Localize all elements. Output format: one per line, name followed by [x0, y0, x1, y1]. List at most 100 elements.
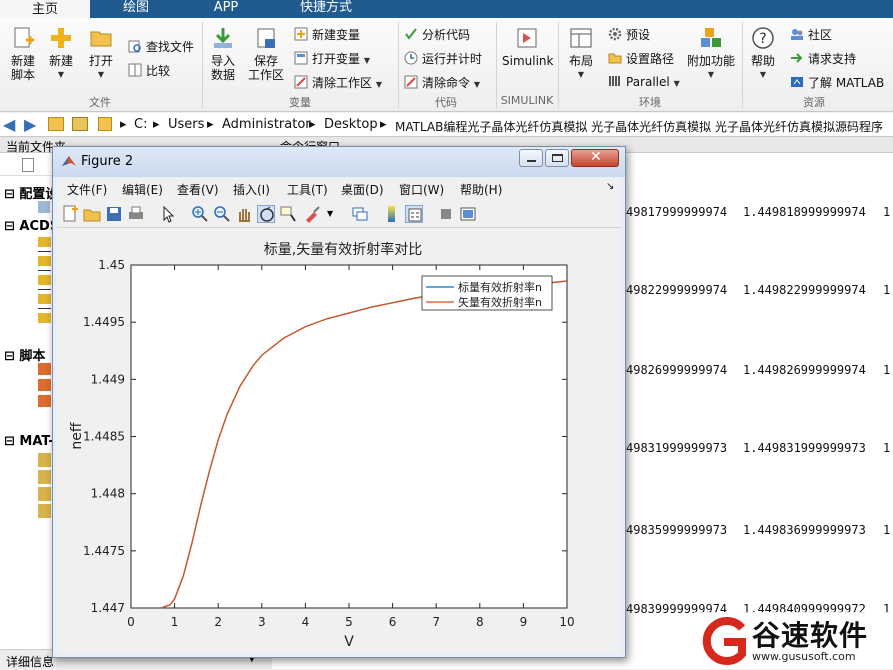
- group-file-label: 文件: [89, 96, 111, 109]
- open-file-icon[interactable]: [83, 205, 101, 223]
- analyze-code-button[interactable]: 分析代码: [404, 26, 470, 43]
- show-plot-tools-icon[interactable]: [459, 205, 477, 223]
- tab-home[interactable]: 主页: [0, 0, 90, 18]
- tab-plots[interactable]: 绘图: [96, 0, 176, 18]
- menu-desktop[interactable]: 桌面(D): [341, 181, 384, 198]
- maximize-button[interactable]: [545, 149, 569, 167]
- new-button[interactable]: 新建 ▼: [44, 26, 78, 82]
- layout-button[interactable]: 布局 ▼: [564, 26, 598, 82]
- group-simulink-label: SIMULINK: [500, 94, 554, 107]
- zoom-out-icon[interactable]: [213, 205, 231, 223]
- back-arrow-icon[interactable]: ◀: [3, 115, 15, 134]
- figure-titlebar[interactable]: Figure 2 ✕: [53, 147, 625, 177]
- chevron-down-icon: ▼: [473, 80, 480, 89]
- link-plot-icon[interactable]: [351, 205, 369, 223]
- import-data-button[interactable]: 导入 数据: [206, 26, 240, 82]
- clear-commands-button[interactable]: 清除命令 ▼: [404, 74, 480, 91]
- menu-edit[interactable]: 编辑(E): [122, 181, 163, 198]
- menu-view[interactable]: 查看(V): [177, 181, 219, 198]
- simulink-button[interactable]: Simulink: [502, 26, 553, 68]
- figure-canvas[interactable]: 标量,矢量有效折射率对比 1.447 1.4475 1.448 1.4485 1.449…: [57, 228, 621, 654]
- request-support-button[interactable]: 请求支持: [790, 50, 856, 67]
- tree-section[interactable]: ⊟ 脚本: [4, 345, 45, 364]
- new-variable-button[interactable]: 新建变量: [294, 26, 360, 43]
- y-tick-label: 1.4495: [83, 315, 125, 329]
- chevron-down-icon[interactable]: ▼: [327, 209, 333, 218]
- data-cursor-icon[interactable]: [279, 205, 297, 223]
- file-list-icons[interactable]: [38, 237, 51, 323]
- menu-window[interactable]: 窗口(W): [399, 181, 444, 198]
- script-file-icons[interactable]: [38, 363, 51, 411]
- parallel-button[interactable]: Parallel ▼: [608, 74, 680, 89]
- colorbar-icon[interactable]: [383, 205, 401, 223]
- open-variable-button[interactable]: 打开变量 ▼: [294, 50, 370, 67]
- breadcrumb-item[interactable]: MATLAB编程光子晶体光纤仿真模拟 光子晶体光纤仿真模拟 光子晶体光纤仿真模拟…: [395, 118, 883, 135]
- tab-apps[interactable]: APP: [186, 0, 266, 18]
- hide-plot-tools-icon[interactable]: [437, 205, 455, 223]
- save-workspace-button[interactable]: 保存 工作区: [246, 26, 286, 82]
- print-icon[interactable]: [127, 205, 145, 223]
- community-button[interactable]: 社区: [790, 26, 832, 43]
- rotate-3d-icon[interactable]: [257, 205, 275, 223]
- breadcrumb-item[interactable]: C:: [134, 117, 147, 132]
- addons-button[interactable]: 附加功能 ▼: [686, 26, 736, 82]
- brush-icon[interactable]: [303, 205, 321, 223]
- tree-section[interactable]: ⊟ 配置设: [4, 183, 58, 202]
- open-button[interactable]: 打开 ▼: [84, 26, 118, 82]
- help-button[interactable]: ? 帮助 ▼: [748, 26, 778, 82]
- new-script-button[interactable]: 新建 脚本: [6, 26, 40, 82]
- tree-section[interactable]: ⊟ MAT-: [4, 434, 54, 449]
- legend-entry-scalar: 标量有效折射率n: [458, 280, 542, 294]
- set-path-button[interactable]: 设置路径: [608, 50, 674, 67]
- gear-icon: [608, 27, 622, 41]
- import-data-label: 导入 数据: [210, 54, 235, 82]
- chevron-down-icon: ▼: [707, 70, 715, 79]
- breadcrumb-item[interactable]: Desktop: [324, 117, 378, 132]
- tab-shortcuts[interactable]: 快捷方式: [276, 0, 376, 18]
- config-file-icon[interactable]: [38, 201, 50, 213]
- mat-file-icons[interactable]: [38, 453, 51, 519]
- find-files-button[interactable]: 查找文件: [128, 38, 194, 55]
- breadcrumb-item[interactable]: Users: [168, 117, 204, 132]
- figure-title: Figure 2: [81, 154, 134, 169]
- menu-help[interactable]: 帮助(H): [460, 181, 502, 198]
- minimize-icon: [527, 160, 536, 162]
- menu-insert[interactable]: 插入(I): [233, 181, 270, 198]
- preferences-button[interactable]: 预设: [608, 26, 650, 43]
- expand-icon: ⊟: [4, 349, 20, 364]
- dock-arrow-icon[interactable]: ↘: [606, 181, 614, 192]
- zoom-in-icon[interactable]: [191, 205, 209, 223]
- new-figure-icon[interactable]: [61, 205, 79, 223]
- tree-section[interactable]: ⊟ ACDS: [4, 219, 59, 234]
- line-plot[interactable]: 标量,矢量有效折射率对比 1.447 1.4475 1.448 1.4485 1.449…: [57, 228, 621, 654]
- watermark-logo: 谷速软件 www.gususoft.com: [694, 612, 893, 669]
- clear-commands-icon: [404, 75, 418, 89]
- up-folder-icon[interactable]: [48, 117, 64, 131]
- minimize-button[interactable]: [519, 149, 543, 167]
- x-tick-label: 7: [432, 615, 440, 629]
- save-icon[interactable]: [105, 205, 123, 223]
- run-and-time-button[interactable]: 运行并计时: [404, 50, 482, 67]
- browse-folder-icon[interactable]: [72, 117, 88, 131]
- compare-button[interactable]: 比较: [128, 62, 170, 79]
- menu-file[interactable]: 文件(F): [67, 181, 107, 198]
- figure-menubar: 文件(F) 编辑(E) 查看(V) 插入(I) 工具(T) 桌面(D) 窗口(W…: [57, 178, 621, 200]
- pan-hand-icon[interactable]: [235, 205, 253, 223]
- legend-icon[interactable]: [405, 205, 423, 223]
- breadcrumb-item[interactable]: Administrator: [222, 117, 311, 132]
- x-tick-label: 5: [345, 615, 353, 629]
- pointer-icon[interactable]: [159, 205, 177, 223]
- parallel-icon: [608, 74, 622, 88]
- figure-window[interactable]: Figure 2 ✕ 文件(F) 编辑(E) 查看(V) 插入(I) 工具(T)…: [52, 146, 626, 658]
- chevron-down-icon: ▼: [673, 79, 680, 88]
- output-value: 49822999999974: [626, 283, 728, 297]
- y-axis-label: neff: [69, 422, 85, 449]
- menu-tools[interactable]: 工具(T): [287, 181, 328, 198]
- close-button[interactable]: ✕: [571, 149, 619, 167]
- learn-matlab-button[interactable]: 了解 MATLAB: [790, 74, 884, 91]
- output-value: 1.449822999999974: [743, 283, 866, 297]
- legend[interactable]: 标量有效折射率n 矢量有效折射率n: [421, 275, 553, 311]
- forward-arrow-icon[interactable]: ▶: [24, 115, 36, 134]
- toolstrip-ribbon: 新建 脚本 新建 ▼ 打开 ▼ 查找文件 比较 文件 导入 数据 保存 工作区 …: [0, 18, 893, 112]
- clear-workspace-button[interactable]: 清除工作区 ▼: [294, 74, 382, 91]
